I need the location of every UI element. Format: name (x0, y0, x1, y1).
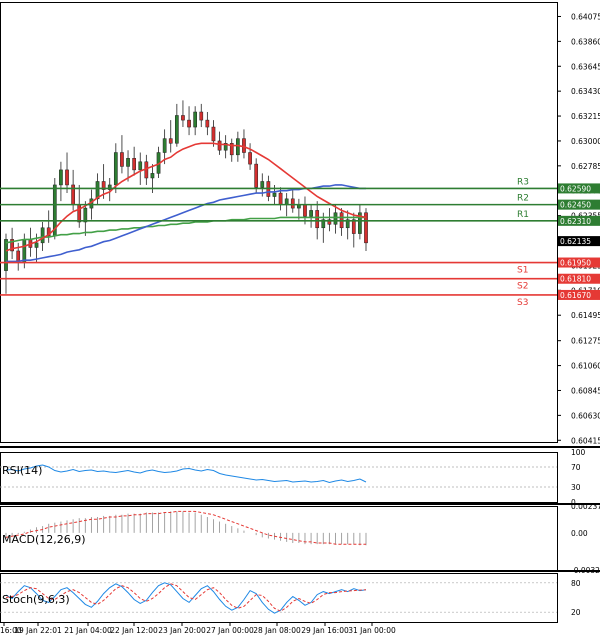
candle-body (181, 115, 184, 120)
candle-body (4, 239, 7, 270)
candle-body (187, 120, 190, 127)
candle-body (236, 139, 239, 155)
candle-body (316, 210, 319, 227)
candle-body (151, 173, 154, 178)
candle-body (334, 213, 337, 225)
level-name: R1 (517, 210, 529, 220)
candle-body (273, 193, 276, 196)
x-tick-label: 27 Jan 00:00 (206, 626, 254, 635)
y-tick-label: 0.63000 (571, 137, 600, 146)
rsi-tick-label: 100 (571, 448, 586, 457)
y-tick-label: 0.60630 (571, 411, 600, 420)
stoch-tick-label: 20 (571, 608, 581, 617)
level-price-label: 0.61670 (560, 291, 591, 300)
candle-body (309, 210, 312, 216)
level-price-label: 0.62310 (560, 217, 591, 226)
macd-label: MACD(12,26,9) (2, 533, 86, 546)
candle-body (175, 115, 178, 143)
level-price-label: 0.61950 (560, 259, 591, 268)
candle-body (163, 139, 166, 153)
candle-body (248, 153, 251, 165)
y-tick-label: 0.64075 (571, 12, 600, 21)
candle-body (291, 199, 294, 208)
x-tick-label: 21 Jan 04:00 (64, 626, 112, 635)
candle-body (212, 127, 215, 141)
candle-body (352, 220, 355, 234)
rsi-label: RSI(14) (2, 464, 42, 477)
x-tick-label: 23 Jan 20:00 (158, 626, 206, 635)
last-price-label: 0.62135 (560, 237, 591, 246)
level-price-label: 0.61810 (560, 275, 591, 284)
candle-body (255, 164, 258, 187)
candle-body (65, 170, 68, 185)
candle-body (139, 162, 142, 170)
level-name: S3 (517, 298, 528, 308)
candle-body (303, 205, 306, 217)
candle-body (84, 208, 87, 222)
level-name: S1 (517, 266, 528, 276)
candle-body (206, 120, 209, 127)
y-tick-label: 0.62785 (571, 162, 600, 171)
level-name: R2 (517, 194, 529, 204)
stoch-label: Stoch(9,6,3) (2, 593, 70, 606)
candle-body (35, 243, 38, 248)
chart-canvas: 0.64075 0.63860 0.63645 0.63430 0.63215 0.630… (0, 0, 600, 638)
candle-body (194, 112, 197, 127)
y-tick-label: 0.63645 (571, 62, 600, 71)
candle-body (261, 181, 264, 187)
x-tick-label: 28 Jan 08:00 (253, 626, 301, 635)
rsi-tick-label: 30 (571, 483, 581, 492)
candle-body (126, 158, 129, 166)
candle-body (169, 139, 172, 144)
stoch-tick-label: 80 (571, 579, 581, 588)
level-name: R3 (517, 177, 529, 187)
candle-body (78, 205, 81, 222)
candle-body (23, 239, 26, 262)
candle-body (120, 153, 123, 167)
level-price-label: 0.62590 (560, 184, 591, 193)
rsi-tick-label: 70 (571, 463, 581, 472)
y-tick-label: 0.61495 (571, 311, 600, 320)
candle-body (200, 112, 203, 120)
y-tick-label: 0.60845 (571, 386, 600, 395)
y-tick-label: 0.61060 (571, 362, 600, 371)
level-price-label: 0.62450 (560, 201, 591, 210)
candle-body (285, 199, 288, 205)
y-tick-label: 0.61275 (571, 337, 600, 346)
y-tick-label: 0.63215 (571, 112, 600, 121)
y-tick-label: 0.63860 (571, 37, 600, 46)
candle-body (133, 158, 136, 170)
y-tick-label: 0.60415 (571, 436, 600, 445)
trading-chart: 0.64075 0.63860 0.63645 0.63430 0.63215 0.630… (0, 0, 600, 638)
x-tick-label: 19 Jan 22:01 (14, 626, 62, 635)
candle-body (279, 193, 282, 205)
candle-body (114, 153, 117, 185)
x-tick-label: 22 Jan 12:00 (110, 626, 158, 635)
level-name: S2 (517, 282, 528, 292)
x-tick-label: 29 Jan 16:00 (301, 626, 349, 635)
x-tick-label: 31 Jan 00:00 (348, 626, 396, 635)
macd-tick-label: 0.00 (571, 529, 588, 538)
candle-body (59, 170, 62, 185)
candle-body (242, 139, 245, 153)
candle-body (41, 228, 44, 243)
y-tick-label: 0.63430 (571, 87, 600, 96)
candle-body (218, 141, 221, 150)
